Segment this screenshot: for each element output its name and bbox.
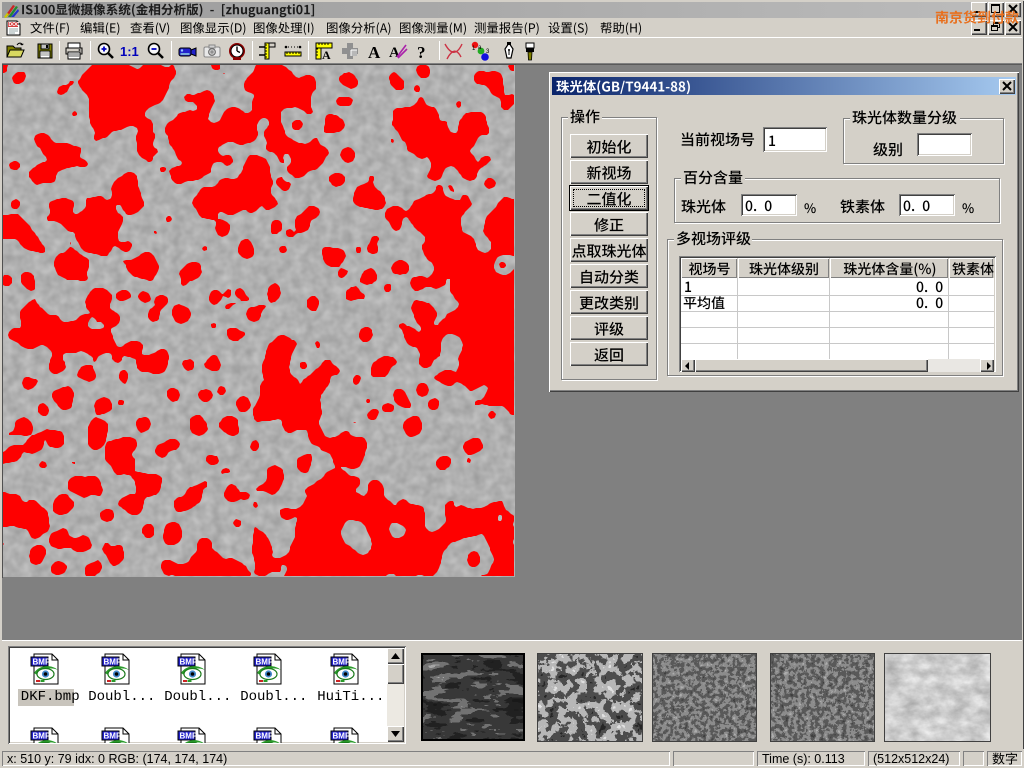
svg-text:A: A — [368, 43, 381, 61]
svg-text:BMP: BMP — [180, 732, 198, 741]
svg-text:BMP: BMP — [180, 658, 198, 667]
svg-text:BMP: BMP — [104, 658, 122, 667]
svg-text:BMP: BMP — [33, 658, 51, 667]
svg-text:A: A — [389, 45, 400, 61]
svg-text:A: A — [322, 48, 331, 61]
svg-text:BMP: BMP — [104, 732, 122, 741]
svg-text:BMP: BMP — [33, 732, 51, 741]
svg-text:BMP: BMP — [333, 658, 351, 667]
svg-text:BMP: BMP — [256, 658, 274, 667]
svg-text:3: 3 — [486, 49, 490, 55]
svg-text:1:1: 1:1 — [120, 44, 139, 59]
svg-text:DOC: DOC — [9, 22, 21, 28]
svg-text:?: ? — [417, 43, 426, 61]
svg-text:BMP: BMP — [333, 732, 351, 741]
svg-text:BMP: BMP — [256, 732, 274, 741]
